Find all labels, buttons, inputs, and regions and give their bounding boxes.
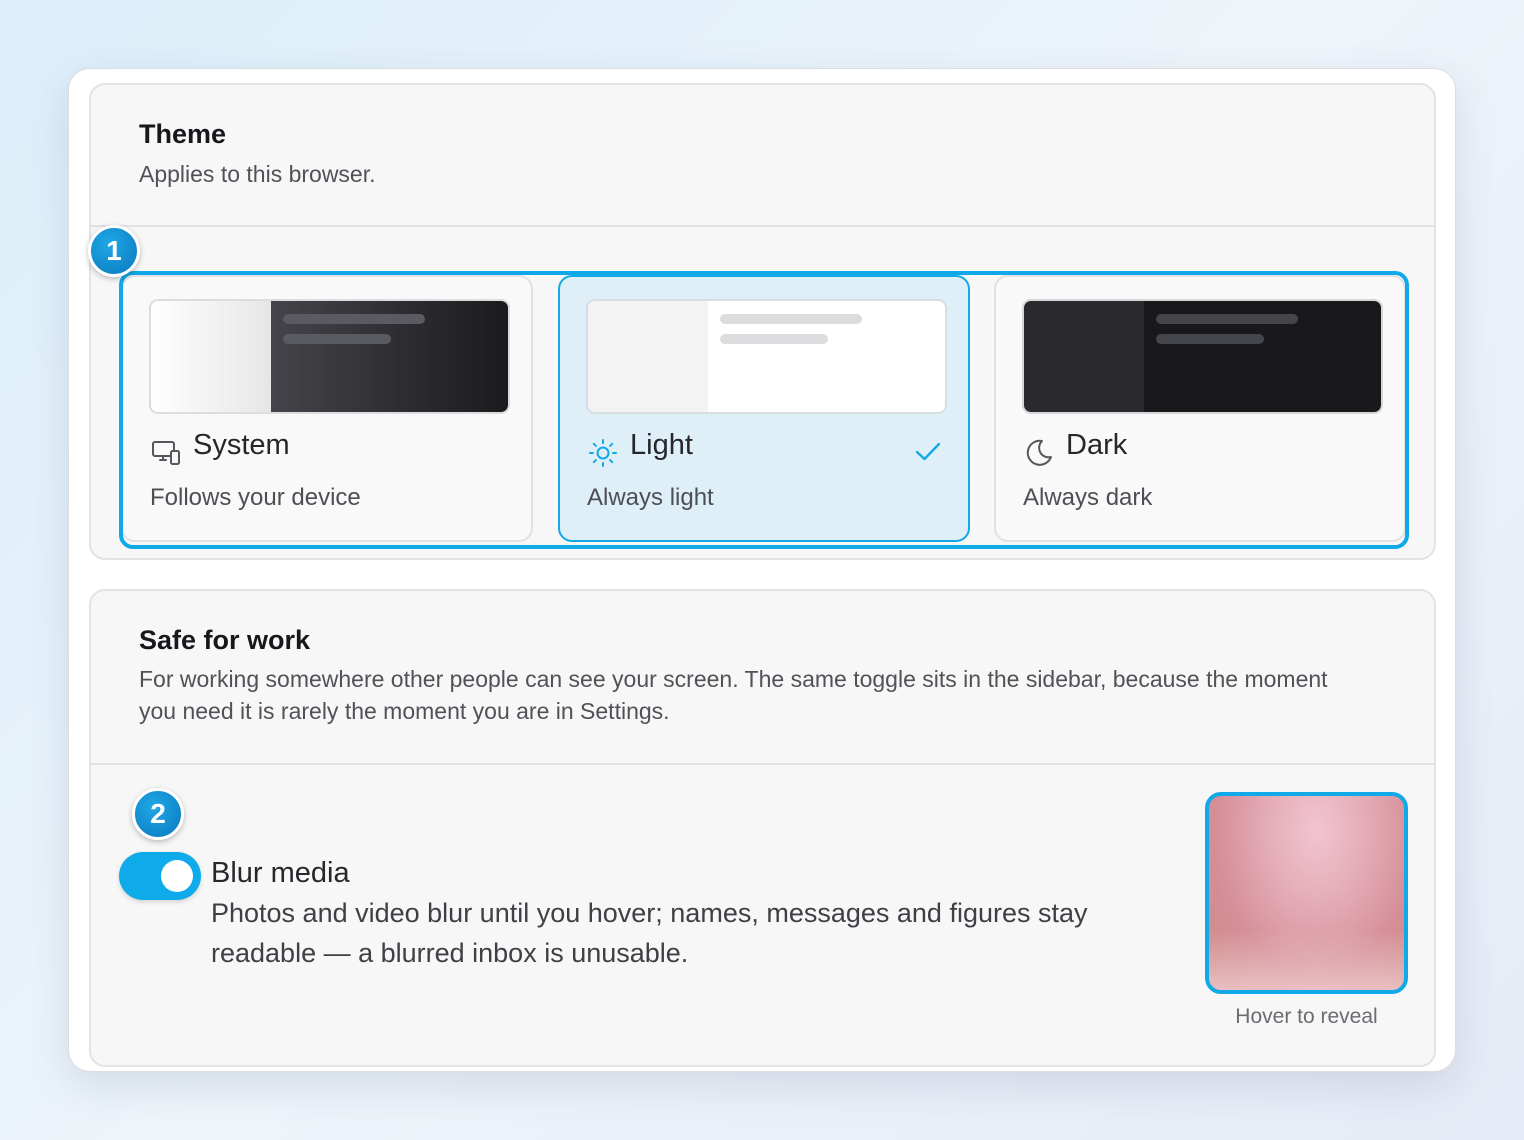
theme-description: Applies to this browser.: [139, 161, 376, 187]
settings-window: Theme Applies to this browser. System Fo…: [68, 68, 1456, 1072]
safe-for-work-divider: [91, 763, 1434, 765]
blur-media-label: Blur media: [211, 857, 350, 889]
theme-options-highlight: [119, 271, 1409, 549]
safe-for-work-title: Safe for work: [139, 625, 311, 655]
hover-to-reveal-caption: Hover to reveal: [1235, 1005, 1378, 1028]
blurred-media-preview[interactable]: [1205, 792, 1408, 994]
theme-title: Theme: [139, 119, 227, 149]
annotation-badge-1: 1: [88, 225, 140, 277]
blur-media-toggle[interactable]: [119, 852, 201, 900]
theme-divider: [91, 225, 1434, 227]
annotation-badge-2: 2: [132, 788, 184, 840]
safe-for-work-description: For working somewhere other people can s…: [139, 666, 1328, 724]
safe-for-work-card: Safe for work For working somewhere othe…: [89, 589, 1436, 1067]
toggle-knob: [161, 860, 193, 892]
blur-media-description: Photos and video blur until you hover; n…: [211, 898, 1088, 968]
theme-card: Theme Applies to this browser. System Fo…: [89, 83, 1436, 560]
